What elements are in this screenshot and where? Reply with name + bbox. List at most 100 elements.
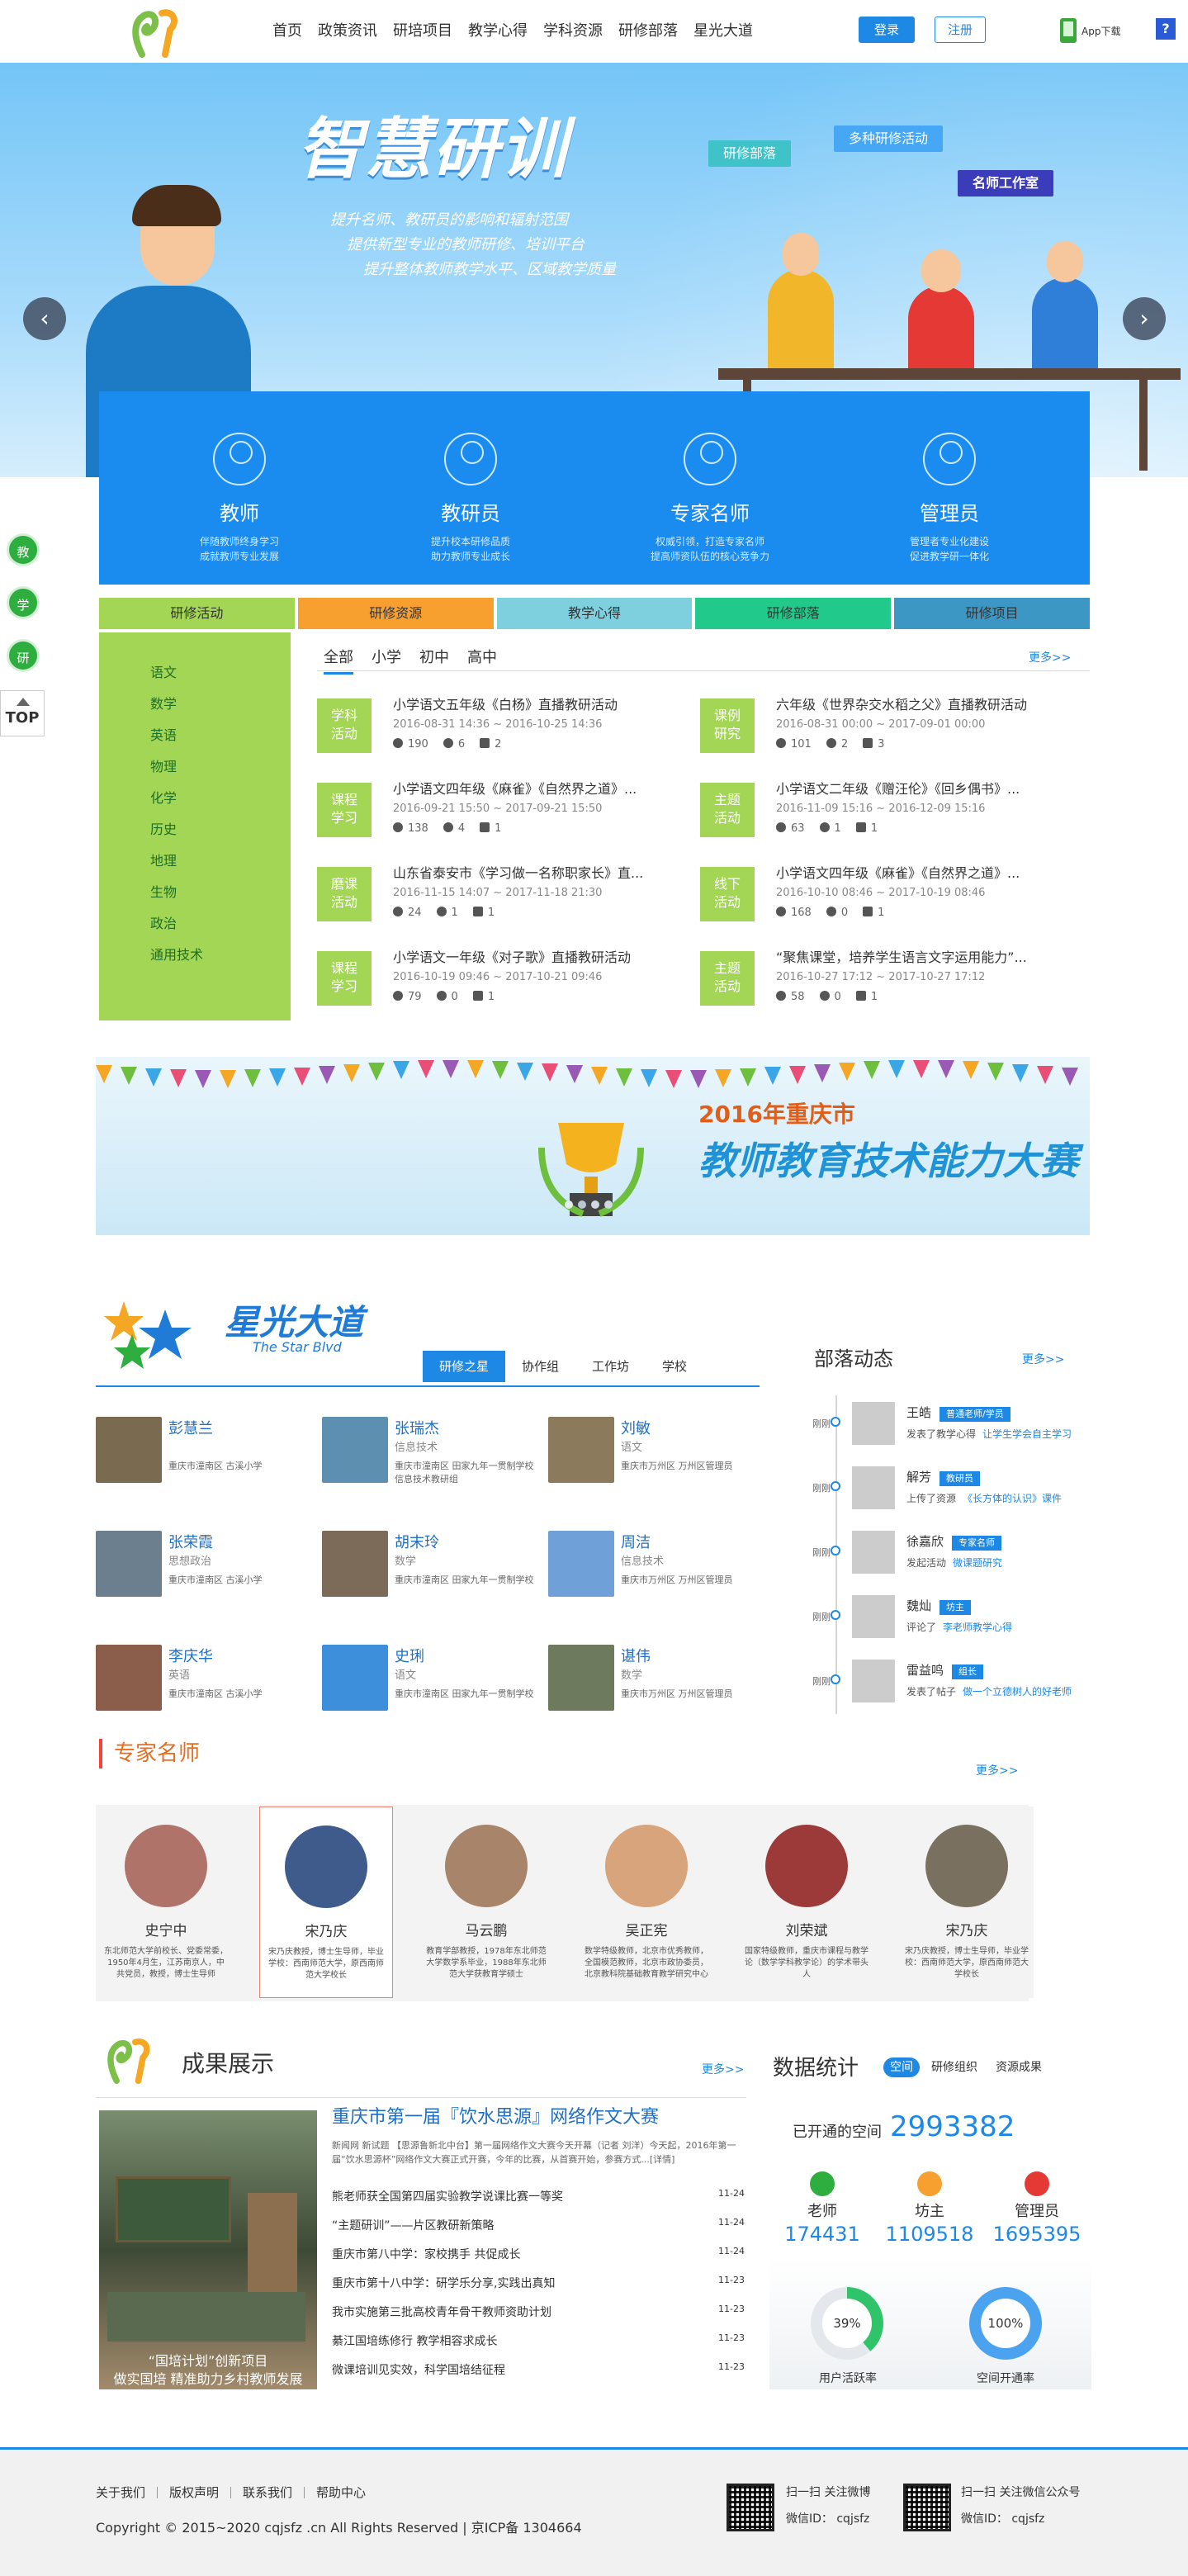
avatar[interactable] <box>548 1417 614 1483</box>
back-to-top-button[interactable]: TOP <box>0 690 45 736</box>
nav-resources[interactable]: 学科资源 <box>543 18 603 45</box>
action-link[interactable]: 让学生学会自主学习 <box>982 1428 1072 1440</box>
avatar[interactable] <box>852 1402 895 1445</box>
achievement-photo[interactable] <box>99 2110 317 2389</box>
person-name[interactable]: 李庆华 <box>168 1645 213 1666</box>
star-person-card[interactable]: 彭慧兰 重庆市潼南区 古溪小学 <box>96 1417 310 1499</box>
expert-name[interactable]: 宋乃庆 <box>900 1919 1034 1939</box>
news-title[interactable]: 我市实施第三批高校青年骨干教师资助计划 <box>332 2306 551 2319</box>
expert-avatar[interactable] <box>765 1825 848 1907</box>
footer-help[interactable]: 帮助中心 <box>305 2487 377 2499</box>
expert-card[interactable]: 马云鹏 教育学部教授，1978年东北师范大学数学系毕业，1988年东北师范大学获… <box>419 1807 553 1998</box>
user-name[interactable]: 雷益鸣 <box>906 1663 944 1678</box>
expert-card[interactable]: 宋乃庆 宋乃庆教授，博士生导师，毕业学校：西南师范大学，原西南师范大学校长 <box>900 1807 1034 1998</box>
expert-avatar[interactable] <box>285 1825 367 1908</box>
expert-avatar[interactable] <box>445 1825 528 1907</box>
activity-item[interactable]: 学科 活动 小学语文五年级《白杨》直播教研活动 2016-08-31 14:36 … <box>317 692 689 760</box>
activity-item[interactable]: 课程 学习 小学语文四年级《麻雀》《自然界之道》... 2016-09-21 15… <box>317 776 689 844</box>
avatar[interactable] <box>96 1531 162 1597</box>
user-name[interactable]: 解芳 <box>906 1470 931 1485</box>
tab-workshop[interactable]: 工作坊 <box>575 1351 646 1382</box>
star-person-card[interactable]: 刘敏 语文 重庆市万州区 万州区管理员 <box>548 1417 763 1499</box>
avatar[interactable] <box>852 1466 895 1509</box>
expert-avatar[interactable] <box>605 1825 688 1907</box>
expert-name[interactable]: 宋乃庆 <box>260 1920 392 1940</box>
app-download-link[interactable]: App下载 <box>1060 18 1120 43</box>
star-person-card[interactable]: 张瑞杰 信息技术 重庆市潼南区 田家九年一贯制学校 信息技术教研组 <box>322 1417 537 1499</box>
avatar[interactable] <box>322 1531 388 1597</box>
activity-title[interactable]: 小学语文二年级《赠汪伦》《回乡偶书》... <box>776 778 1053 798</box>
tribe-feed-item[interactable]: 刚刚 徐嘉欣 专家名师 发起活动 微课题研究 <box>776 1531 1090 1590</box>
tribe-feed-item[interactable]: 刚刚 魏灿 坊主 评论了 李老师教学心得 <box>776 1595 1090 1655</box>
expert-name[interactable]: 吴正宪 <box>580 1919 713 1939</box>
side-research-button[interactable]: 研 <box>7 639 40 672</box>
activity-title[interactable]: 小学语文四年级《麻雀》《自然界之道》... <box>393 778 670 798</box>
more-link[interactable]: 更多>> <box>1022 1351 1064 1367</box>
expert-card[interactable]: 史宁中 东北师范大学前校长、党委常委，1950年4月生，江苏南京人，中共党员，教… <box>99 1807 233 1998</box>
subject-item[interactable]: 地理 <box>150 845 239 877</box>
avatar[interactable] <box>548 1645 614 1711</box>
star-person-card[interactable]: 周洁 信息技术 重庆市万州区 万州区管理员 <box>548 1531 763 1613</box>
action-link[interactable]: 微课题研究 <box>953 1557 1002 1569</box>
news-item[interactable]: 熊老师获全国第四届实验教学说课比赛一等奖 11-24 <box>332 2188 745 2204</box>
star-person-card[interactable]: 谌伟 数学 重庆市万州区 万州区管理员 <box>548 1645 763 1727</box>
news-item[interactable]: 綦江国培练修行 教学相容求成长 11-23 <box>332 2332 745 2349</box>
subject-item[interactable]: 数学 <box>150 689 239 720</box>
side-teach-button[interactable]: 教 <box>7 533 40 566</box>
stats-tab-space[interactable]: 空间 <box>883 2057 920 2077</box>
person-name[interactable]: 胡末玲 <box>395 1531 439 1552</box>
footer-about[interactable]: 关于我们 <box>96 2487 159 2499</box>
action-link[interactable]: 李老师教学心得 <box>943 1622 1012 1633</box>
tab-resources[interactable]: 研修资源 <box>297 598 494 629</box>
carousel-dot[interactable] <box>578 1200 586 1209</box>
role-expert[interactable]: 专家名师 权威引领，打造专家名师 提高师资队伍的核心竞争力 <box>627 433 793 564</box>
user-name[interactable]: 魏灿 <box>906 1598 931 1613</box>
person-name[interactable]: 刘敏 <box>621 1417 651 1438</box>
subject-item[interactable]: 政治 <box>150 908 239 940</box>
tribe-feed-item[interactable]: 刚刚 雷益鸣 组长 发表了帖子 做一个立德树人的好老师 <box>776 1660 1090 1719</box>
news-title[interactable]: 重庆市第八中学：家校携手 共促成长 <box>332 2248 520 2261</box>
activity-title[interactable]: 山东省泰安市《学习做一名称职家长》直... <box>393 862 670 882</box>
avatar[interactable] <box>96 1645 162 1711</box>
help-icon[interactable]: ? <box>1156 18 1176 40</box>
expert-card[interactable]: 宋乃庆 宋乃庆教授，博士生导师，毕业学校：西南师范大学，原西南师范大学校长 <box>259 1807 393 1998</box>
activity-item[interactable]: 课例 研究 六年级《世界杂交水稻之父》直播教研活动 2016-08-31 00:0… <box>700 692 1072 760</box>
tab-projects[interactable]: 研修项目 <box>894 598 1090 629</box>
activity-item[interactable]: 磨课 活动 山东省泰安市《学习做一名称职家长》直... 2016-11-15 14… <box>317 860 689 928</box>
avatar[interactable] <box>548 1531 614 1597</box>
activity-item[interactable]: 主题 活动 “聚焦课堂，培养学生语言文字运用能力”... 2016-10-27 1… <box>700 945 1072 1012</box>
role-researcher[interactable]: 教研员 提升校本研修品质 助力教师专业成长 <box>388 433 553 564</box>
expert-name[interactable]: 马云鹏 <box>419 1919 553 1939</box>
avatar[interactable] <box>852 1595 895 1638</box>
expert-avatar[interactable] <box>125 1825 207 1907</box>
news-item[interactable]: 我市实施第三批高校青年骨干教师资助计划 11-23 <box>332 2304 745 2320</box>
tribe-feed-item[interactable]: 刚刚 王皓 普通老师/学员 发表了教学心得 让学生学会自主学习 <box>776 1402 1090 1461</box>
stats-tab-org[interactable]: 研修组织 <box>925 2057 984 2077</box>
nav-star-blvd[interactable]: 星光大道 <box>693 18 753 45</box>
action-link[interactable]: 《长方体的认识》课件 <box>963 1493 1062 1504</box>
person-name[interactable]: 张瑞杰 <box>395 1417 439 1438</box>
footer-contact[interactable]: 联系我们 <box>231 2487 305 2499</box>
contest-banner[interactable]: 2016年重庆市 教师教育技术能力大赛 <box>96 1057 1090 1235</box>
news-title[interactable]: 綦江国培练修行 教学相容求成长 <box>332 2335 497 2348</box>
achievement-headline[interactable]: 重庆市第一届『饮水思源』网络作文大赛 <box>332 2102 659 2129</box>
news-item[interactable]: “主题研训”——片区教研新策略 11-24 <box>332 2217 745 2233</box>
register-button[interactable]: 注册 <box>935 17 986 43</box>
expert-name[interactable]: 刘荣斌 <box>740 1919 873 1939</box>
expert-card[interactable]: 吴正宪 数学特级教师，北京市优秀教师，全国模范教师，北京市政协委员，北京教科院基… <box>580 1807 713 1998</box>
tab-school[interactable]: 学校 <box>646 1351 703 1382</box>
site-logo[interactable] <box>125 5 192 58</box>
expert-card[interactable]: 刘荣斌 国家特级教师，重庆市课程与教学论（数学学科教学论）的学术带头人 <box>740 1807 873 1998</box>
activity-item[interactable]: 课程 学习 小学语文一年级《对子歌》直播教研活动 2016-10-19 09:46… <box>317 945 689 1012</box>
activity-title[interactable]: 六年级《世界杂交水稻之父》直播教研活动 <box>776 694 1053 713</box>
person-name[interactable]: 谌伟 <box>621 1645 651 1666</box>
activity-title[interactable]: 小学语文五年级《白杨》直播教研活动 <box>393 694 670 713</box>
side-learn-button[interactable]: 学 <box>7 586 40 619</box>
carousel-next-arrow-icon[interactable]: › <box>1123 297 1166 340</box>
tab-notes[interactable]: 教学心得 <box>496 598 693 629</box>
user-name[interactable]: 王皓 <box>906 1405 931 1420</box>
news-item[interactable]: 重庆市第十八中学：研学乐分享,实践出真知 11-23 <box>332 2275 745 2291</box>
news-title[interactable]: 微课培训见实效，科学国培结征程 <box>332 2364 505 2377</box>
subject-item[interactable]: 化学 <box>150 783 239 814</box>
nav-policy[interactable]: 政策资讯 <box>318 18 377 45</box>
